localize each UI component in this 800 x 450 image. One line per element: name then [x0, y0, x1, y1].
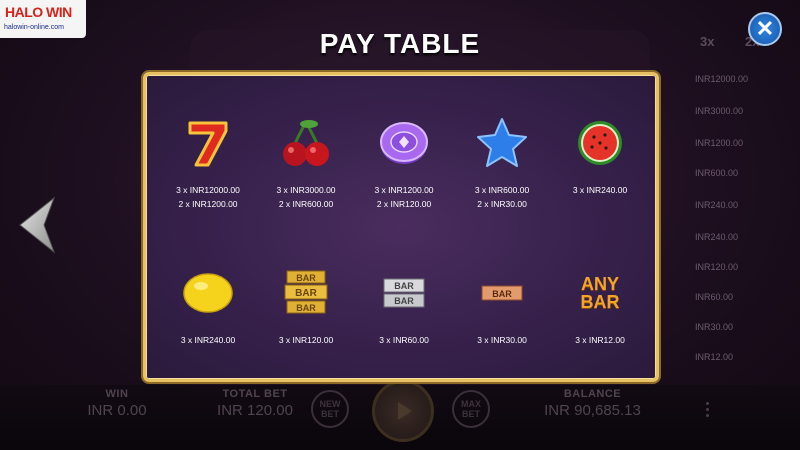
chip-icon [380, 122, 428, 164]
side-row: INR60.00 [695, 292, 734, 302]
svg-text:BAR: BAR [296, 273, 316, 283]
side-row: INR240.00 [695, 200, 739, 210]
silver-bar-icon: BAR BAR [383, 278, 425, 308]
total-bet-value: INR 120.00 [217, 402, 293, 419]
pay-line: 3 x INR3000.00 [276, 185, 336, 195]
balance-label: BALANCE [563, 388, 622, 400]
page-title: PAY TABLE [319, 28, 481, 59]
seven-icon [188, 121, 228, 167]
pay-line: 3 x INR240.00 [572, 185, 628, 195]
logo-text: HALO WIN [5, 4, 72, 20]
svg-text:BAR: BAR [492, 289, 512, 299]
max-bet-button[interactable]: MAX BET [452, 390, 490, 428]
side-row: INR30.00 [695, 322, 734, 332]
side-row: INR240.00 [695, 232, 739, 242]
menu-icon[interactable] [706, 402, 710, 418]
bronze-bar-icon: BAR [481, 285, 523, 301]
star-icon [477, 118, 527, 167]
lemon-icon [183, 273, 233, 313]
pay-line: 3 x INR60.00 [379, 335, 429, 345]
new-bet-button[interactable]: NEW BET [311, 390, 349, 428]
total-bet-label: TOTAL BET [222, 388, 288, 400]
any-bar-icon: ANY BAR [580, 274, 620, 312]
balance-value: INR 90,685.13 [544, 402, 641, 419]
pay-line: 3 x INR1200.00 [374, 185, 434, 195]
side-paytable: 3x 2x INR12000.00 INR3000.00 INR1200.00 … [655, 30, 800, 390]
paytable-panel: 3 x INR12000.00 2 x INR1200.00 3 x INR30… [143, 72, 659, 382]
win-display: WIN INR 0.00 [72, 388, 162, 419]
pay-line: 3 x INR12000.00 [176, 185, 240, 195]
side-row: INR1200.00 [695, 138, 744, 148]
pay-line: 3 x INR240.00 [180, 335, 236, 345]
side-row: INR120.00 [695, 262, 739, 272]
side-row: INR600.00 [695, 168, 739, 178]
pay-line: 3 x INR120.00 [278, 335, 334, 345]
win-label: WIN [105, 388, 129, 400]
side-row: INR3000.00 [695, 106, 744, 116]
svg-text:BAR: BAR [296, 303, 316, 313]
play-icon [398, 402, 412, 420]
pay-line: 2 x INR120.00 [376, 199, 432, 209]
pay-line: 3 x INR600.00 [474, 185, 530, 195]
svg-text:BAR: BAR [394, 296, 414, 306]
side-row: INR12000.00 [695, 74, 749, 84]
pay-line: 3 x INR12.00 [575, 335, 625, 345]
watermelon-icon [578, 121, 622, 165]
previous-page-arrow-icon[interactable] [16, 196, 58, 254]
cherry-icon [283, 120, 329, 166]
total-bet-display: TOTAL BET INR 120.00 [200, 388, 310, 419]
pay-line: 2 x INR600.00 [278, 199, 334, 209]
svg-text:BAR: BAR [295, 288, 317, 299]
gold-bar-icon: BAR BAR BAR [284, 270, 328, 314]
svg-text:BAR: BAR [394, 281, 414, 291]
pay-line: 3 x INR30.00 [477, 335, 527, 345]
spin-button[interactable] [372, 380, 434, 442]
balance-display: BALANCE INR 90,685.13 [530, 388, 655, 419]
side-row: INR12.00 [695, 352, 734, 362]
win-value: INR 0.00 [87, 402, 147, 419]
pay-line: 2 x INR1200.00 [178, 199, 238, 209]
pay-line: 2 x INR30.00 [477, 199, 527, 209]
